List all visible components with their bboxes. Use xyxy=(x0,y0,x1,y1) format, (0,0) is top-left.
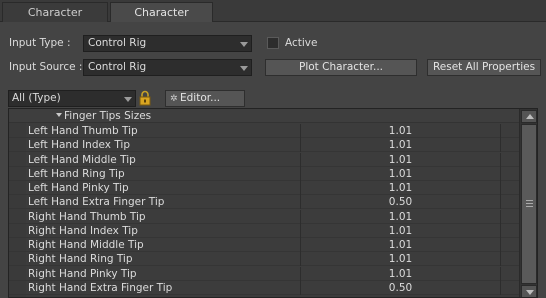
property-name: Left Hand Middle Tip xyxy=(28,153,136,166)
property-extra-cell xyxy=(500,166,519,181)
scroll-up-arrow-icon xyxy=(526,114,534,119)
property-name: Right Hand Extra Finger Tip xyxy=(28,281,173,294)
property-row[interactable]: Left Hand Pinky Tip 1.01 xyxy=(9,181,519,195)
property-value[interactable]: 1.01 xyxy=(300,266,500,281)
plot-character-button[interactable]: Plot Character... xyxy=(265,59,417,76)
input-type-label: Input Type : xyxy=(9,37,71,49)
property-row[interactable]: Right Hand Pinky Tip 1.01 xyxy=(9,266,519,281)
property-value[interactable]: 1.01 xyxy=(300,181,500,195)
property-row[interactable]: Left Hand Thumb Tip 1.01 xyxy=(9,124,519,138)
property-extra-cell xyxy=(500,152,519,167)
chevron-down-icon xyxy=(240,66,248,71)
property-row[interactable]: Left Hand Extra Finger Tip 0.50 xyxy=(9,195,519,210)
property-row[interactable]: Right Hand Thumb Tip 1.01 xyxy=(9,209,519,224)
tab-character-definition[interactable]: Character Definition xyxy=(2,2,108,38)
property-extra-cell xyxy=(500,124,519,138)
property-value[interactable]: 1.01 xyxy=(300,252,500,267)
property-value[interactable]: 0.50 xyxy=(300,195,500,210)
scroll-down-arrow-icon xyxy=(526,290,534,295)
property-name: Right Hand Ring Tip xyxy=(28,253,133,266)
property-row[interactable]: Right Hand Ring Tip 1.01 xyxy=(9,252,519,267)
type-filter-value: All (Type) xyxy=(12,92,61,104)
chevron-down-icon xyxy=(124,97,132,102)
input-type-dropdown[interactable]: Control Rig xyxy=(83,35,252,52)
input-type-value: Control Rig xyxy=(88,37,147,49)
property-row[interactable]: Right Hand Middle Tip 1.01 xyxy=(9,238,519,252)
group-header-label: Finger Tips Sizes xyxy=(64,110,152,122)
property-value[interactable]: 1.01 xyxy=(300,209,500,224)
active-checkbox[interactable] xyxy=(267,37,279,49)
property-name: Right Hand Middle Tip xyxy=(28,239,144,251)
chevron-down-icon xyxy=(240,42,248,47)
property-name: Left Hand Index Tip xyxy=(28,139,130,152)
property-extra-cell xyxy=(500,138,519,153)
property-name: Left Hand Ring Tip xyxy=(28,167,125,180)
property-value[interactable]: 1.01 xyxy=(300,138,500,153)
property-name: Left Hand Thumb Tip xyxy=(28,125,138,137)
scroll-down-button[interactable] xyxy=(521,285,537,297)
input-source-value: Control Rig xyxy=(88,61,147,73)
property-row[interactable]: Left Hand Index Tip 1.01 xyxy=(9,138,519,153)
editor-button[interactable]: ✲ Editor... xyxy=(165,90,245,107)
property-extra-cell xyxy=(500,195,519,210)
property-extra-cell xyxy=(500,252,519,267)
property-extra-cell xyxy=(500,181,519,195)
input-source-dropdown[interactable]: Control Rig xyxy=(83,59,252,76)
property-value[interactable]: 1.01 xyxy=(300,166,500,181)
scroll-up-button[interactable] xyxy=(521,110,537,123)
sparkle-icon: ✲ xyxy=(170,94,178,104)
group-header[interactable]: Finger Tips Sizes xyxy=(9,109,519,123)
editor-label: Editor... xyxy=(180,92,221,104)
settings-panel: Input Type : Control Rig Active Input So… xyxy=(0,22,546,298)
lock-icon[interactable] xyxy=(138,90,152,106)
property-extra-cell xyxy=(500,238,519,252)
property-name: Left Hand Pinky Tip xyxy=(28,182,129,194)
property-extra-cell xyxy=(500,280,519,295)
property-value[interactable]: 1.01 xyxy=(300,124,500,138)
property-value[interactable]: 1.01 xyxy=(300,152,500,167)
property-value[interactable]: 1.01 xyxy=(300,223,500,238)
input-source-label: Input Source : xyxy=(9,61,83,73)
reset-all-properties-button[interactable]: Reset All Properties xyxy=(427,59,541,76)
grip-icon xyxy=(526,200,533,207)
tab-bar: Character Definition Character Settings xyxy=(0,0,546,38)
properties-grid: Finger Tips Sizes Left Hand Thumb Tip 1.0… xyxy=(8,108,538,298)
active-label: Active xyxy=(285,37,318,49)
property-name: Right Hand Thumb Tip xyxy=(28,210,146,223)
property-row[interactable]: Right Hand Index Tip 1.01 xyxy=(9,223,519,238)
vertical-scrollbar[interactable] xyxy=(519,109,537,297)
expand-triangle-icon[interactable] xyxy=(56,113,62,117)
property-extra-cell xyxy=(500,266,519,281)
tab-character-settings[interactable]: Character Settings xyxy=(110,2,213,38)
property-row[interactable]: Left Hand Middle Tip 1.01 xyxy=(9,152,519,167)
property-name: Left Hand Extra Finger Tip xyxy=(28,196,165,209)
type-filter-dropdown[interactable]: All (Type) xyxy=(8,90,136,107)
property-name: Right Hand Index Tip xyxy=(28,224,138,237)
property-name: Right Hand Pinky Tip xyxy=(28,267,137,280)
property-extra-cell xyxy=(500,223,519,238)
property-row[interactable]: Left Hand Ring Tip 1.01 xyxy=(9,166,519,181)
property-row[interactable]: Right Hand Extra Finger Tip 0.50 xyxy=(9,280,519,295)
property-extra-cell xyxy=(500,209,519,224)
property-value[interactable]: 1.01 xyxy=(300,238,500,252)
property-value[interactable]: 0.50 xyxy=(300,280,500,295)
scroll-thumb[interactable] xyxy=(521,124,537,284)
